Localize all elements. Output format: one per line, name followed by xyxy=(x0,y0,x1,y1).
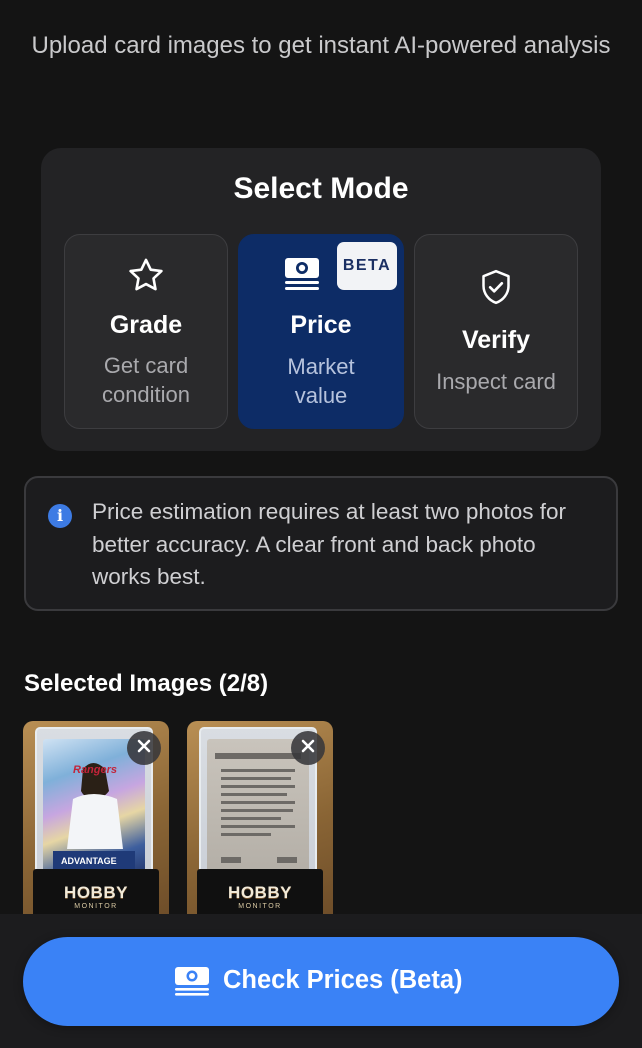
close-icon xyxy=(137,739,151,758)
svg-text:ADVANTAGE: ADVANTAGE xyxy=(61,856,117,866)
info-notice: i Price estimation requires at least two… xyxy=(24,476,618,611)
close-icon xyxy=(301,739,315,758)
page-subtitle: Upload card images to get instant AI-pow… xyxy=(31,32,611,59)
check-prices-button[interactable]: Check Prices (Beta) xyxy=(23,937,619,1026)
stand-logo-sub: MONITOR xyxy=(238,903,282,910)
stand-logo: HOBBY xyxy=(64,883,128,902)
selected-images-title: Selected Images (2/8) xyxy=(24,670,269,697)
mode-option-label: Price xyxy=(290,311,352,339)
mode-option-description: Inspect card xyxy=(436,369,556,394)
selected-image-thumbnail[interactable]: Rangers ADVANTAGE HOBBY MONITOR xyxy=(23,721,169,927)
info-icon: i xyxy=(48,504,72,528)
selected-image-thumbnail[interactable]: HOBBY MONITOR xyxy=(187,721,333,927)
star-icon xyxy=(65,255,227,302)
card-front-image: Rangers ADVANTAGE xyxy=(43,739,145,879)
check-prices-label: Check Prices (Beta) xyxy=(223,966,463,994)
mode-option-grade[interactable]: Grade Get card condition xyxy=(64,234,228,429)
mode-option-label: Verify xyxy=(461,326,531,354)
mode-selector-panel: Select Mode Grade Get card condition BET… xyxy=(41,148,601,451)
mode-selector-title: Select Mode xyxy=(233,172,409,205)
mode-option-description: Get card condition xyxy=(101,353,191,407)
mode-option-verify[interactable]: Verify Inspect card xyxy=(414,234,578,429)
remove-image-button[interactable] xyxy=(291,731,325,765)
svg-text:Rangers: Rangers xyxy=(73,764,117,776)
money-icon xyxy=(174,966,210,1001)
stand-logo: HOBBY xyxy=(228,883,292,902)
mode-option-price[interactable]: BETA Price Market value xyxy=(238,234,404,429)
stand-logo-sub: MONITOR xyxy=(74,903,118,910)
remove-image-button[interactable] xyxy=(127,731,161,765)
card-back-image xyxy=(207,739,309,879)
mode-option-label: Grade xyxy=(109,311,183,339)
shield-check-icon xyxy=(415,267,577,312)
card-analysis-screen: Upload card images to get instant AI-pow… xyxy=(0,0,642,1048)
mode-option-description: Market value xyxy=(287,354,355,408)
info-notice-text: Price estimation requires at least two p… xyxy=(92,499,566,589)
beta-badge: BETA xyxy=(337,242,397,290)
